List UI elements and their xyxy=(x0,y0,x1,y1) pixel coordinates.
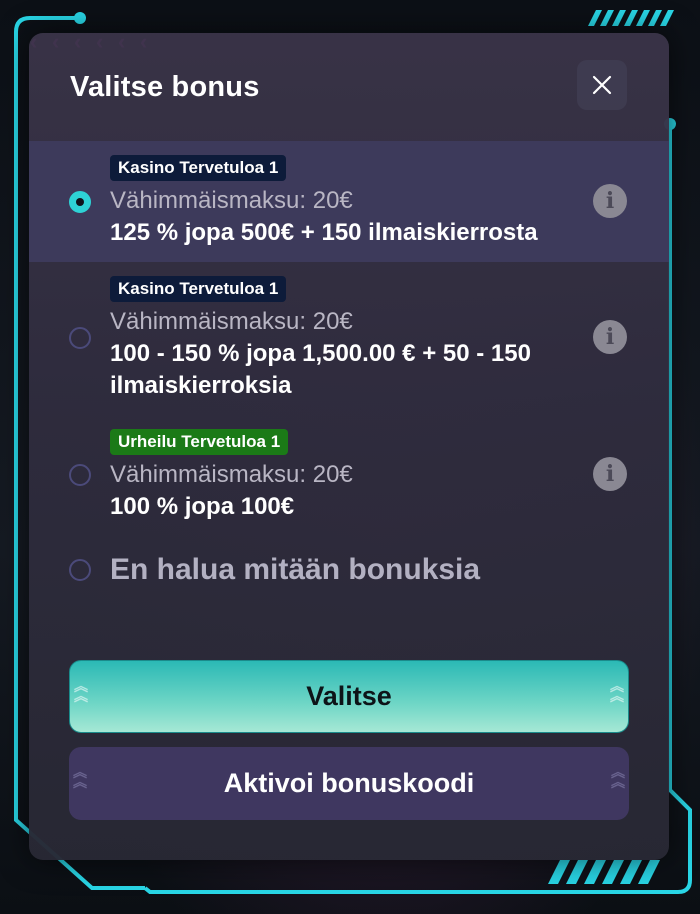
bonus-option[interactable]: Urheilu Tervetuloa 1 Vähimmäismaksu: 20€… xyxy=(29,412,669,527)
page-background: ‹ ‹ ‹ ‹ ‹ ‹ Valitse bonus xyxy=(0,0,700,914)
minimum-payment: Vähimmäismaksu: 20€ xyxy=(110,461,353,488)
bonus-badge: Kasino Tervetuloa 1 xyxy=(110,276,287,302)
bonus-badge: Urheilu Tervetuloa 1 xyxy=(110,429,289,455)
chevron-up-icon: ︽ ︽ xyxy=(611,764,625,790)
radio-button[interactable] xyxy=(69,464,91,486)
minimum-payment: Vähimmäismaksu: 20€ xyxy=(110,187,353,214)
close-button[interactable] xyxy=(577,60,627,110)
info-icon[interactable]: i xyxy=(593,457,627,491)
activate-bonus-code-label: Aktivoi bonuskoodi xyxy=(223,768,475,798)
bonus-offer: 125 % jopa 500€ + 150 ilmaiskierrosta xyxy=(110,219,538,246)
chevron-up-icon: ︽ ︽ xyxy=(610,678,624,704)
radio-button[interactable] xyxy=(69,191,91,213)
stripe-decoration-top xyxy=(588,10,674,26)
bonus-offer: 100 % jopa 100€ xyxy=(110,493,295,520)
activate-bonus-code-button[interactable]: ︽ ︽ Aktivoi bonuskoodi ︽ ︽ xyxy=(69,747,629,820)
select-button[interactable]: ︽ ︽ Valitse ︽ ︽ xyxy=(69,660,629,733)
bonus-option[interactable]: Kasino Tervetuloa 1 Vähimmäismaksu: 20€ … xyxy=(29,141,669,262)
select-button-label: Valitse xyxy=(306,681,392,711)
bonus-option[interactable]: Kasino Tervetuloa 1 Vähimmäismaksu: 20€ … xyxy=(29,262,669,412)
no-bonus-radio[interactable] xyxy=(69,559,91,581)
bonus-offer: 100 - 150 % jopa 1,500.00 € + 50 - 150 i… xyxy=(110,340,531,399)
no-bonus-option[interactable]: En halua mitään bonuksia xyxy=(110,553,480,587)
info-icon[interactable]: i xyxy=(593,320,627,354)
stripe-decoration-bottom xyxy=(548,860,660,884)
chevron-up-icon: ︽ ︽ xyxy=(73,764,87,790)
bonus-modal: Valitse bonus Kasino Tervetuloa 1 Vähimm… xyxy=(29,33,669,860)
bonus-badge: Kasino Tervetuloa 1 xyxy=(110,155,287,181)
close-icon xyxy=(592,75,612,95)
radio-button[interactable] xyxy=(69,327,91,349)
info-icon[interactable]: i xyxy=(593,184,627,218)
modal-title: Valitse bonus xyxy=(70,71,260,103)
minimum-payment: Vähimmäismaksu: 20€ xyxy=(110,308,353,335)
chevron-up-icon: ︽ ︽ xyxy=(74,678,88,704)
